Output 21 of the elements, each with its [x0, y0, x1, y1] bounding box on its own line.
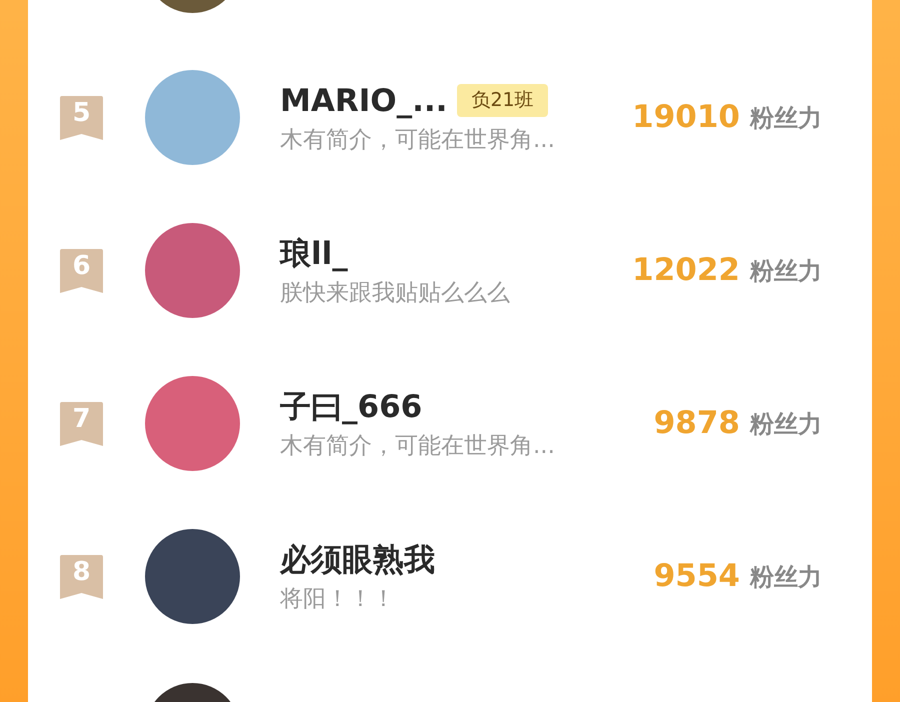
user-name: 琅ll_ — [280, 234, 348, 274]
user-bio: 木有简介，可能在世界角... — [280, 126, 556, 154]
fan-score: 12022 — [632, 251, 740, 290]
user-name: 必须眼熟我 — [280, 540, 435, 580]
class-tag: 负21班 — [457, 84, 548, 117]
fan-score: 19010 — [632, 98, 740, 138]
rank-badge: 8 — [60, 554, 103, 598]
score-unit: 粉丝力 — [750, 256, 822, 286]
score-unit: 粉丝力 — [750, 102, 822, 134]
user-bio: 木有简介，可能在世界角... — [280, 432, 556, 460]
rank-badge: 7 — [60, 402, 103, 446]
user-name: 子曰_666 — [280, 388, 422, 426]
score-unit: 粉丝力 — [750, 562, 822, 592]
user-bio: 将阳！！！ — [280, 584, 396, 614]
rank-badge: 5 — [60, 96, 103, 140]
rank-badge: 6 — [60, 248, 103, 292]
fan-score: 9554 — [654, 557, 740, 596]
score-unit: 粉丝力 — [750, 408, 822, 440]
user-name: MARIO_... — [280, 82, 448, 120]
fan-score: 9878 — [654, 404, 740, 444]
user-bio: 朕快来跟我贴贴么么么 — [280, 278, 511, 308]
